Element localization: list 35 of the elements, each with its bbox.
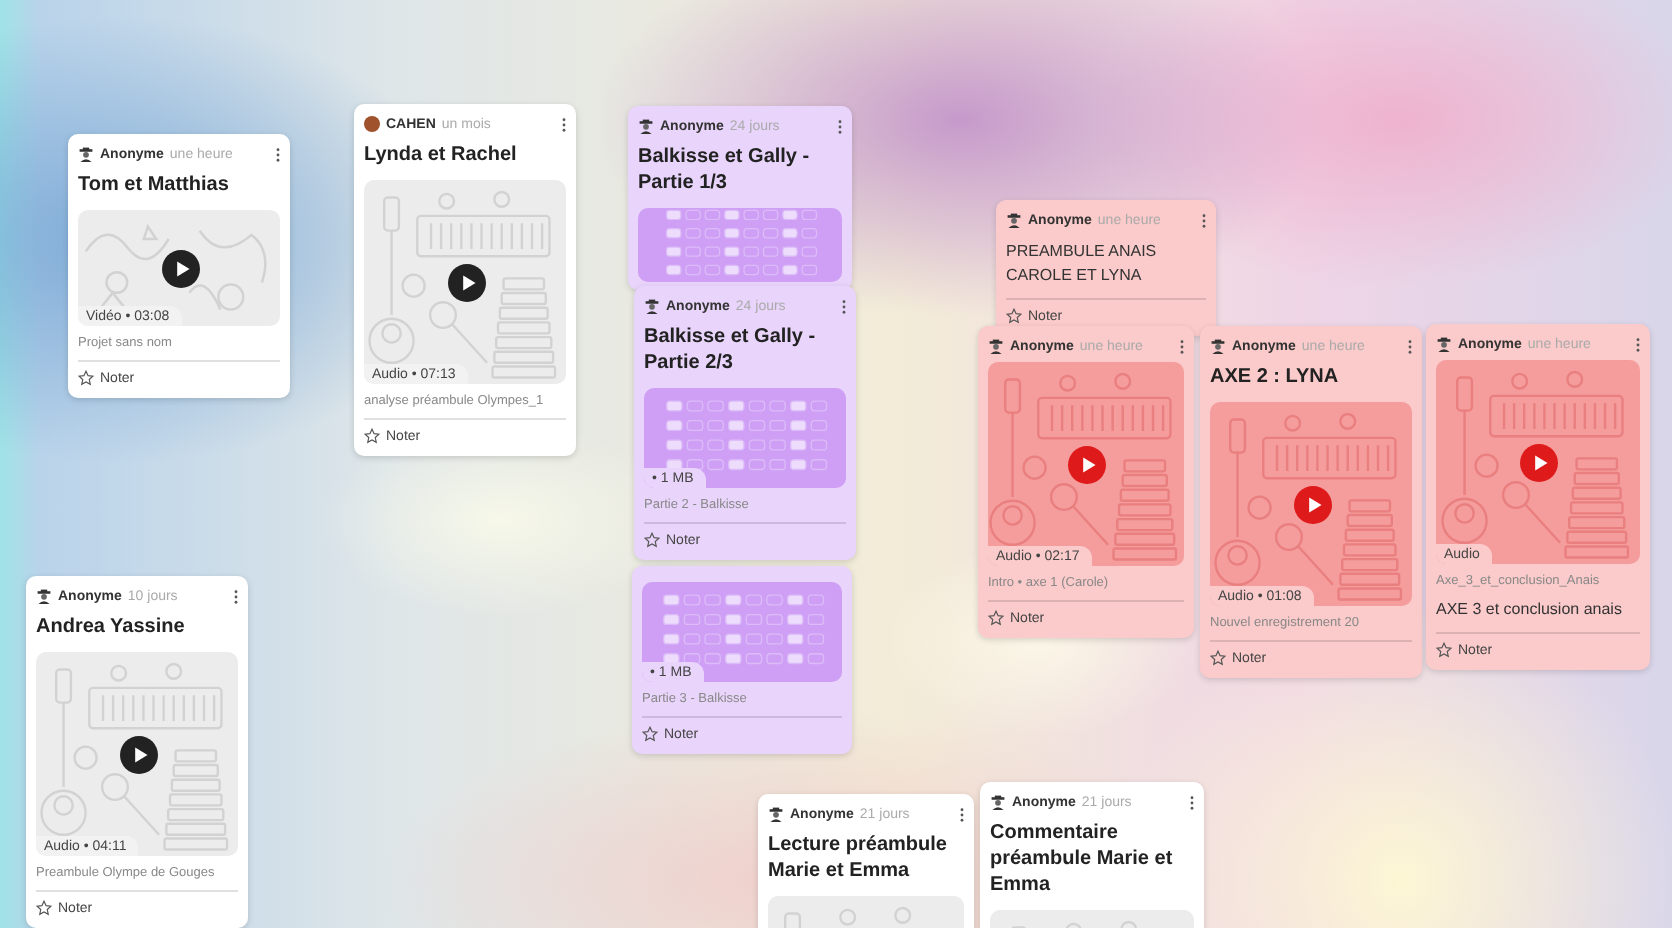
play-button[interactable] [119,736,157,774]
avatar [364,116,380,132]
post-title: AXE 2 : LYNA [1210,364,1341,390]
anonymous-avatar-icon [638,118,654,134]
star-icon [36,900,52,916]
post-text: PREAMBULE ANAIS CAROLE ET LYNA [1006,240,1159,288]
anonymous-avatar-icon [78,146,94,162]
star-icon [644,532,660,548]
post-text: AXE 3 et conclusion anais [1436,598,1624,622]
star-icon [364,428,380,444]
anonymous-avatar-icon [36,588,52,604]
post-title: Commentaire préambule Marie et Emma [990,820,1175,898]
star-icon [78,370,94,386]
post-title: Tom et Matthias [78,172,231,198]
anonymous-avatar-icon [1006,212,1022,228]
anonymous-avatar-icon [768,806,784,822]
post-title: Balkisse et Gally - Partie 2/3 [644,324,818,376]
star-icon [988,610,1004,626]
post-title: Lecture préambule Marie et Emma [768,832,949,884]
star-icon [1006,308,1022,324]
star-icon [1210,650,1226,666]
post-title: Lynda et Rachel [364,142,519,168]
anonymous-avatar-icon [1210,338,1226,354]
anonymous-avatar-icon [644,298,660,314]
star-icon [1436,642,1452,658]
instruments-drawing [784,906,912,928]
star-icon [642,726,658,742]
media-thumbnail[interactable] [638,208,842,282]
anonymous-avatar-icon [988,338,1004,354]
anonymous-avatar-icon [1436,336,1452,352]
play-button[interactable] [161,250,199,288]
play-button[interactable] [447,264,485,302]
post-title: Andrea Yassine [36,614,187,640]
anonymous-avatar-icon [990,794,1006,810]
post-title: Balkisse et Gally - Partie 1/3 [638,144,812,196]
